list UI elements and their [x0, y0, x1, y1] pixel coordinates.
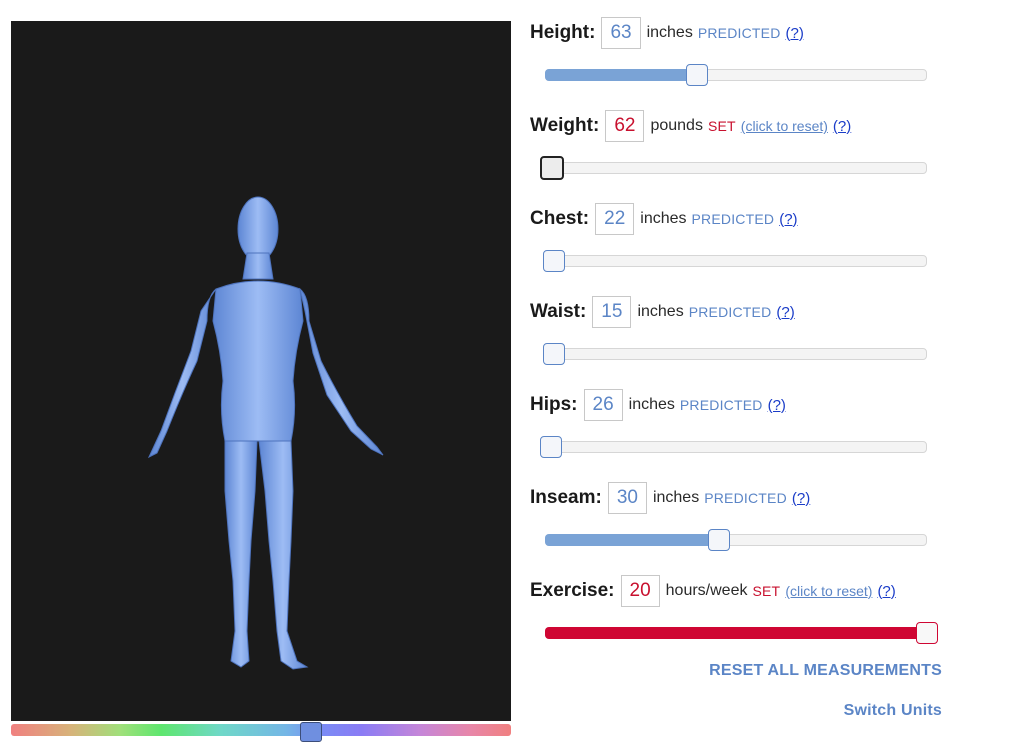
hips-label: Hips: — [530, 394, 578, 415]
chest-help-link[interactable]: (?) — [779, 211, 797, 228]
exercise-slider[interactable] — [545, 622, 938, 644]
model-torso — [212, 280, 304, 442]
inseam-help-link[interactable]: (?) — [792, 490, 810, 507]
waist-slider[interactable] — [543, 343, 927, 365]
height-slider[interactable] — [545, 64, 927, 86]
slider-track — [545, 441, 927, 453]
model-right-leg — [258, 440, 309, 670]
weight-slider[interactable] — [540, 156, 927, 180]
exercise-help-link[interactable]: (?) — [877, 583, 895, 600]
hips-row: Hips: 26 inches PREDICTED (?) — [530, 388, 786, 422]
hips-unit: inches — [628, 396, 675, 413]
model-left-leg — [224, 440, 258, 668]
inseam-label: Inseam: — [530, 487, 602, 508]
chest-label: Chest: — [530, 208, 590, 229]
slider-thumb[interactable] — [686, 64, 709, 86]
height-row: Height: 63 inches PREDICTED (?) — [530, 16, 804, 50]
waist-status: PREDICTED — [688, 304, 772, 320]
slider-track — [545, 255, 927, 267]
measurement-controls: Height: 63 inches PREDICTED (?) Weight: … — [530, 0, 960, 747]
chest-row: Chest: 22 inches PREDICTED (?) — [530, 202, 798, 236]
weight-help-link[interactable]: (?) — [833, 118, 851, 135]
exercise-label: Exercise: — [530, 580, 615, 601]
slider-track — [545, 348, 927, 360]
body-model[interactable] — [11, 21, 511, 721]
weight-row: Weight: 62 pounds SET (click to reset) (… — [530, 109, 851, 143]
height-status: PREDICTED — [697, 25, 781, 41]
exercise-row: Exercise: 20 hours/week SET (click to re… — [530, 574, 896, 608]
exercise-unit: hours/week — [665, 582, 748, 599]
height-help-link[interactable]: (?) — [786, 25, 804, 42]
chest-slider[interactable] — [543, 250, 927, 272]
inseam-value-input[interactable]: 30 — [607, 482, 647, 514]
waist-label: Waist: — [530, 301, 587, 322]
waist-row: Waist: 15 inches PREDICTED (?) — [530, 295, 795, 329]
chest-status: PREDICTED — [691, 211, 775, 227]
hips-slider[interactable] — [540, 436, 927, 458]
slider-thumb[interactable] — [540, 436, 562, 458]
body-viewer[interactable] — [11, 21, 511, 721]
weight-label: Weight: — [530, 115, 600, 136]
slider-thumb[interactable] — [916, 622, 938, 644]
exercise-value-input[interactable]: 20 — [620, 575, 660, 607]
hips-value-input[interactable]: 26 — [583, 389, 623, 421]
hue-slider-thumb[interactable] — [300, 722, 322, 742]
waist-value-input[interactable]: 15 — [592, 296, 632, 328]
weight-status: SET — [707, 118, 736, 134]
slider-thumb[interactable] — [708, 529, 731, 551]
waist-help-link[interactable]: (?) — [776, 304, 794, 321]
exercise-status: SET — [752, 583, 781, 599]
inseam-slider[interactable] — [545, 529, 927, 551]
model-head — [237, 196, 279, 262]
reset-all-button[interactable]: RESET ALL MEASUREMENTS — [709, 662, 942, 680]
slider-thumb[interactable] — [543, 343, 565, 365]
slider-track — [545, 162, 927, 174]
hips-help-link[interactable]: (?) — [768, 397, 786, 414]
exercise-reset-link[interactable]: (click to reset) — [785, 583, 872, 599]
chest-value-input[interactable]: 22 — [595, 203, 635, 235]
waist-unit: inches — [637, 303, 684, 320]
height-label: Height: — [530, 22, 596, 43]
slider-fill — [545, 69, 702, 81]
color-hue-slider[interactable] — [11, 722, 511, 742]
model-right-arm — [299, 287, 384, 456]
hips-status: PREDICTED — [679, 397, 763, 413]
slider-fill — [545, 627, 927, 639]
weight-unit: pounds — [650, 117, 703, 134]
inseam-unit: inches — [652, 489, 700, 506]
weight-value-input[interactable]: 62 — [605, 110, 645, 142]
height-unit: inches — [646, 24, 693, 41]
height-value-input[interactable]: 63 — [601, 17, 641, 49]
chest-unit: inches — [640, 210, 687, 227]
model-neck — [242, 252, 274, 280]
model-left-arm — [147, 288, 217, 459]
slider-fill — [545, 534, 725, 546]
inseam-status: PREDICTED — [704, 490, 787, 506]
hue-track — [11, 724, 511, 736]
weight-reset-link[interactable]: (click to reset) — [741, 118, 828, 134]
slider-thumb[interactable] — [543, 250, 565, 272]
switch-units-button[interactable]: Switch Units — [844, 702, 942, 720]
inseam-row: Inseam: 30 inches PREDICTED (?) — [530, 481, 810, 515]
slider-thumb[interactable] — [540, 156, 564, 180]
